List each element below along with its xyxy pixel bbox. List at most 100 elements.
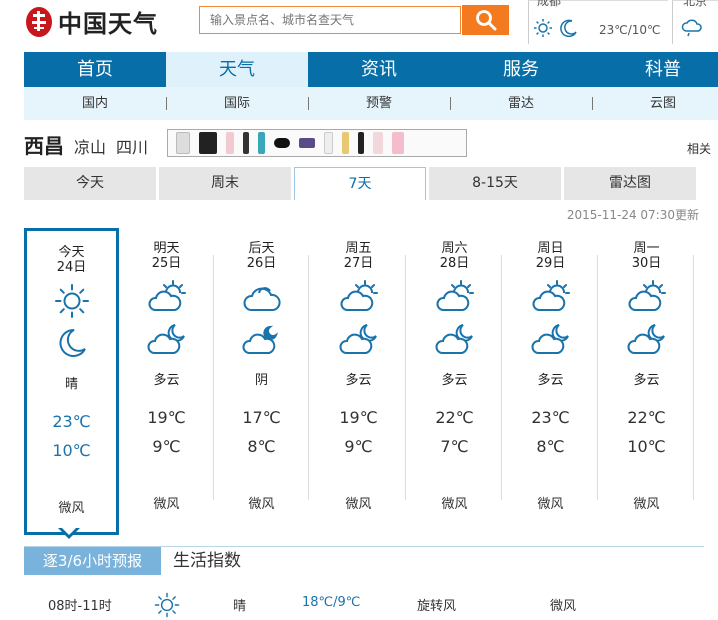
day-label: 周五 xyxy=(345,241,372,256)
forecast-day-tomorrow[interactable]: 明天 25日 多云 19℃ 9℃ 微风 xyxy=(119,227,214,532)
hourly-time: 08时-11时 xyxy=(48,599,112,614)
ad-product-image xyxy=(358,132,364,154)
ad-product-image xyxy=(274,138,290,148)
partly-cloudy-night-icon xyxy=(147,321,187,357)
hourly-temp: 18℃/9℃ xyxy=(302,595,361,610)
forecast-tabs: 今天 周末 7天 8-15天 雷达图 xyxy=(24,167,718,200)
tab-today[interactable]: 今天 xyxy=(24,167,156,200)
day-condition: 晴 xyxy=(64,377,78,392)
search-button[interactable] xyxy=(462,5,509,35)
tab-8-15-days[interactable]: 8-15天 xyxy=(429,167,561,200)
forecast-day-today[interactable]: 今天 24日 晴 23℃ 10℃ 微风 xyxy=(24,228,119,535)
day-wind: 微风 xyxy=(58,501,85,516)
subnav-item-warning[interactable]: 预警 xyxy=(308,87,450,120)
day-wind: 微风 xyxy=(441,497,468,512)
ad-product-image xyxy=(243,132,249,154)
partly-cloudy-night-icon xyxy=(627,321,667,357)
subnav-item-cloud[interactable]: 云图 xyxy=(592,87,718,120)
day-wind: 微风 xyxy=(633,497,660,512)
partly-cloudy-day-icon xyxy=(531,279,571,315)
ad-product-image xyxy=(299,138,315,148)
location-prefecture[interactable]: 凉山 xyxy=(74,134,106,158)
cloud-icon xyxy=(242,279,282,315)
ad-product-image xyxy=(258,132,265,154)
tab-weekend[interactable]: 周末 xyxy=(159,167,291,200)
forecast-day-after-tomorrow[interactable]: 后天 26日 阴 17℃ 8℃ 微风 xyxy=(214,227,309,532)
day-condition: 多云 xyxy=(153,373,180,388)
header-weather-widget-2[interactable]: 北京 xyxy=(672,0,718,44)
subnav-item-radar[interactable]: 雷达 xyxy=(450,87,592,120)
seven-day-forecast: 今天 24日 晴 23℃ 10℃ 微风 明天 25日 多云 19℃ 9℃ 微风 … xyxy=(24,227,718,535)
day-label: 周一 xyxy=(633,241,660,256)
update-time: 2015-11-24 07:30更新 xyxy=(566,208,699,222)
hourly-wind: 微风 xyxy=(550,599,577,614)
day-date: 28日 xyxy=(439,256,470,271)
day-low-temp: 7℃ xyxy=(440,437,469,456)
overcast-night-icon xyxy=(242,321,282,357)
day-wind: 微风 xyxy=(153,497,180,512)
sun-icon xyxy=(54,283,90,319)
day-low-temp: 8℃ xyxy=(247,437,276,456)
partly-cloudy-day-icon xyxy=(435,279,475,315)
day-low-temp: 8℃ xyxy=(536,437,565,456)
nav-item-science[interactable]: 科普 xyxy=(592,52,718,87)
nav-item-services[interactable]: 服务 xyxy=(450,52,592,87)
ad-banner[interactable] xyxy=(167,129,467,157)
tab-radar-map[interactable]: 雷达图 xyxy=(564,167,696,200)
day-low-temp: 10℃ xyxy=(52,441,91,460)
forecast-day-monday[interactable]: 周一 30日 多云 22℃ 10℃ 微风 xyxy=(599,227,694,532)
day-low-temp: 9℃ xyxy=(344,437,373,456)
hourly-wind-direction: 旋转风 xyxy=(417,599,457,614)
ad-product-image xyxy=(199,132,217,154)
partly-cloudy-night-icon xyxy=(435,321,475,357)
logo-text: 中国天气 xyxy=(58,9,158,38)
day-label: 周日 xyxy=(537,241,564,256)
forecast-day-friday[interactable]: 周五 27日 多云 19℃ 9℃ 微风 xyxy=(311,227,406,532)
day-high-temp: 17℃ xyxy=(242,408,281,427)
partly-cloudy-day-icon xyxy=(147,279,187,315)
ad-product-image xyxy=(176,132,190,154)
day-label: 今天 xyxy=(58,245,85,260)
hourly-condition: 晴 xyxy=(233,599,247,614)
header-weather-widget[interactable]: 成都 23℃/10℃ xyxy=(528,0,668,44)
sun-icon xyxy=(534,19,552,37)
tab-7-days[interactable]: 7天 xyxy=(294,167,426,200)
search-icon xyxy=(475,10,496,31)
header-weather-city: 成都 xyxy=(537,0,562,8)
day-condition: 阴 xyxy=(254,373,268,388)
day-date: 26日 xyxy=(246,256,277,271)
nav-item-weather[interactable]: 天气 xyxy=(166,52,308,87)
selected-day-pointer-inner xyxy=(62,528,76,535)
tab-hourly-forecast[interactable]: 逐3/6小时预报 xyxy=(24,547,161,575)
related-link[interactable]: 相关 xyxy=(687,140,711,157)
search-input[interactable] xyxy=(199,6,461,34)
site-logo[interactable]: 中国天气 xyxy=(24,4,158,39)
day-date: 24日 xyxy=(56,260,87,275)
day-condition: 多云 xyxy=(441,373,468,388)
site-header: 中国天气 成都 23℃/10℃ 北京 xyxy=(0,0,718,48)
nav-item-home[interactable]: 首页 xyxy=(24,52,166,87)
cloud-rain-icon xyxy=(681,19,702,37)
partly-cloudy-day-icon xyxy=(339,279,379,315)
partly-cloudy-night-icon xyxy=(339,321,379,357)
forecast-day-sunday[interactable]: 周日 29日 多云 23℃ 8℃ 微风 xyxy=(503,227,598,532)
subnav-item-domestic[interactable]: 国内 xyxy=(24,87,166,120)
moon-icon xyxy=(560,19,577,38)
subnav-item-international[interactable]: 国际 xyxy=(166,87,308,120)
ad-product-image xyxy=(373,132,383,154)
day-low-temp: 9℃ xyxy=(152,437,181,456)
location-province[interactable]: 四川 xyxy=(116,134,148,158)
day-date: 25日 xyxy=(151,256,182,271)
location-breadcrumb: 西昌 凉山 四川 xyxy=(24,130,148,158)
day-wind: 微风 xyxy=(537,497,564,512)
day-low-temp: 10℃ xyxy=(627,437,666,456)
tab-life-index[interactable]: 生活指数 xyxy=(173,547,241,575)
nav-item-news[interactable]: 资讯 xyxy=(308,52,450,87)
day-high-temp: 19℃ xyxy=(339,408,378,427)
day-high-temp: 22℃ xyxy=(627,408,666,427)
day-date: 30日 xyxy=(631,256,662,271)
day-condition: 多云 xyxy=(537,373,564,388)
day-high-temp: 22℃ xyxy=(435,408,474,427)
partly-cloudy-day-icon xyxy=(627,279,667,315)
forecast-day-saturday[interactable]: 周六 28日 多云 22℃ 7℃ 微风 xyxy=(407,227,502,532)
